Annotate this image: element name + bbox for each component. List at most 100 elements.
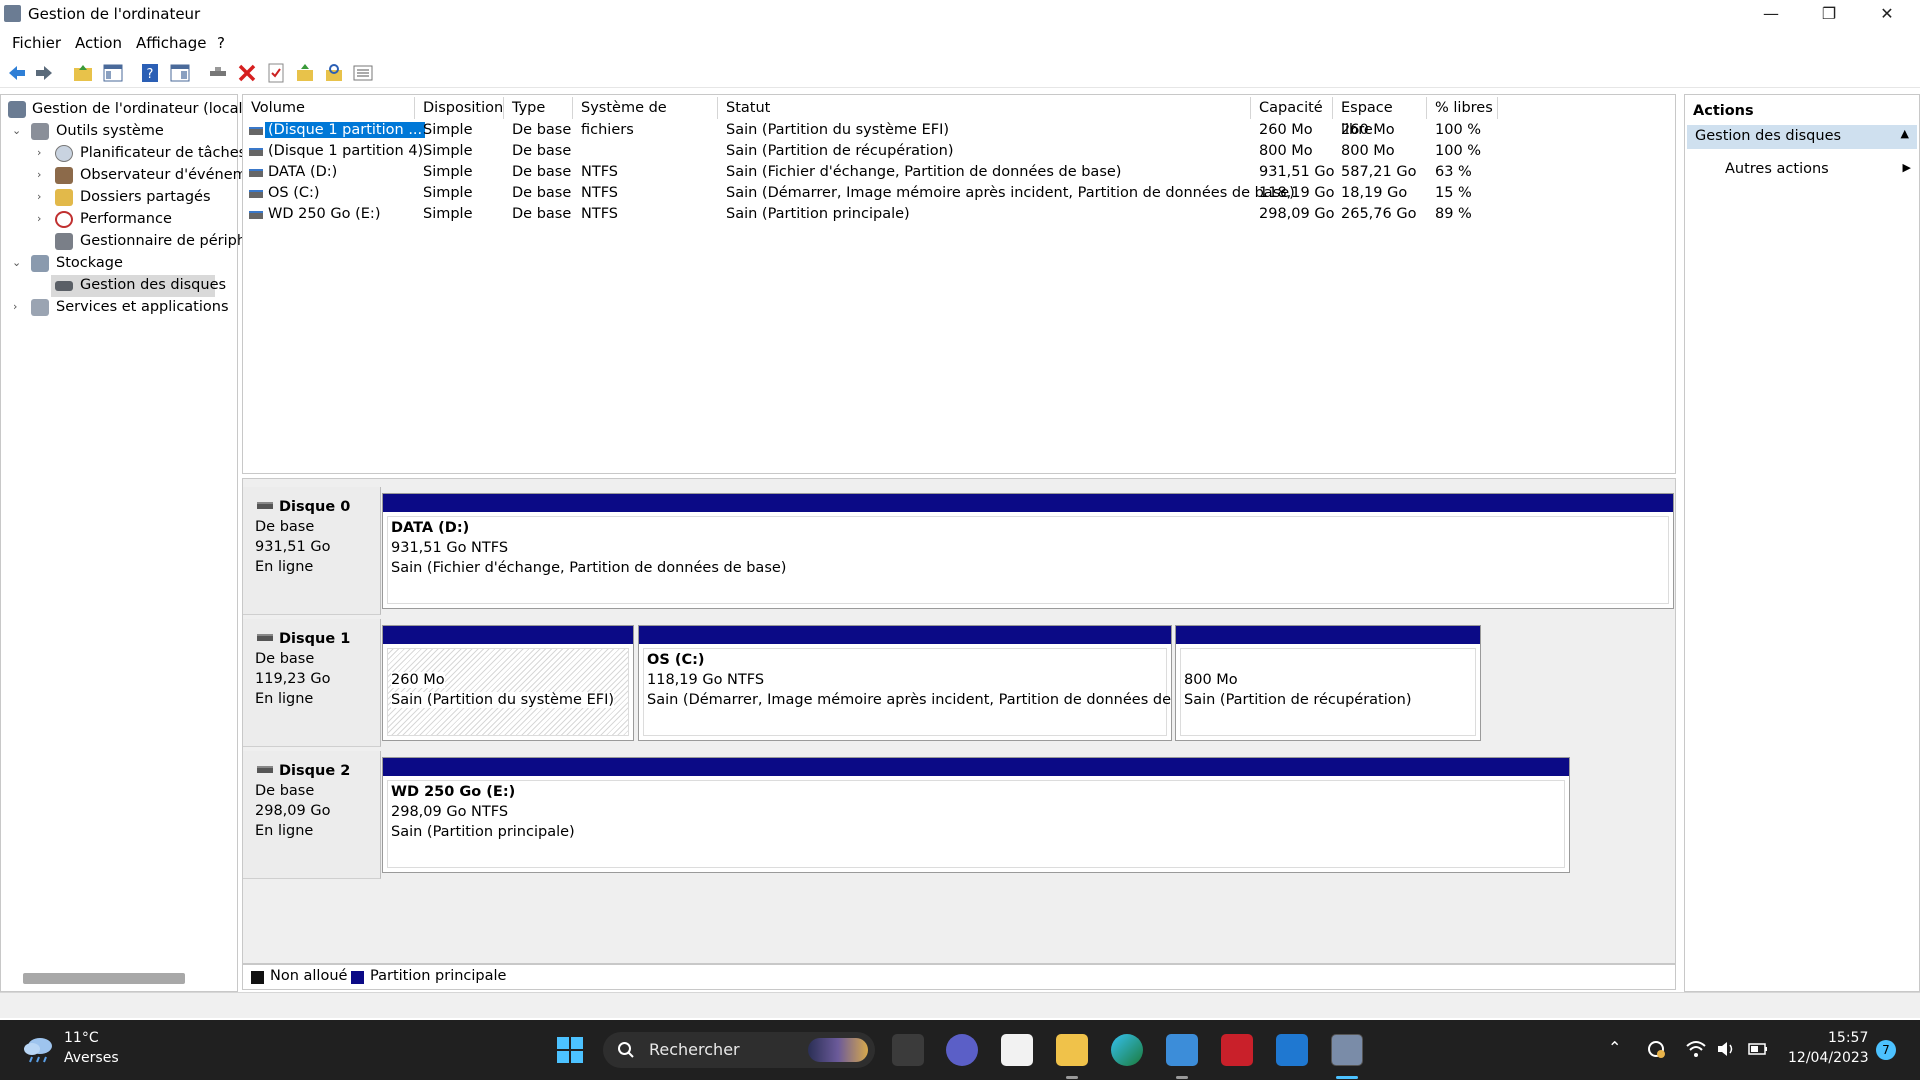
- autres-actions-link[interactable]: Autres actions: [1725, 161, 1829, 177]
- back-arrow-icon[interactable]: [6, 62, 28, 84]
- clock-icon: [55, 145, 73, 162]
- tree-item-dossiers-partages[interactable]: › Dossiers partagés: [1, 187, 237, 209]
- check-properties-icon[interactable]: [265, 62, 287, 84]
- chevron-down-icon[interactable]: ⌄: [12, 124, 21, 137]
- cell-capacite: 118,19 Go: [1259, 185, 1335, 201]
- chevron-right-icon[interactable]: ›: [13, 300, 17, 313]
- cell-disposition: Simple: [423, 206, 473, 222]
- disk-0-info[interactable]: Disque 0 De base 931,51 Go En ligne: [243, 487, 381, 615]
- column-header-statut[interactable]: Statut: [718, 97, 1251, 119]
- volume-icon: [249, 169, 263, 177]
- cell-filesystem: NTFS: [581, 206, 618, 222]
- collapse-up-icon[interactable]: ▲: [1901, 127, 1909, 140]
- disk-kind: De base: [255, 651, 315, 667]
- properties-pane-icon[interactable]: [169, 62, 191, 84]
- disk-name: Disque 0: [279, 499, 351, 515]
- table-row[interactable]: DATA (D:) Simple De base NTFS Sain (Fich…: [243, 163, 1675, 184]
- minimize-button[interactable]: —: [1742, 0, 1800, 28]
- column-header-pct-libres[interactable]: % libres: [1427, 97, 1498, 119]
- active-indicator: [1336, 1076, 1358, 1079]
- forward-arrow-icon[interactable]: [33, 62, 55, 84]
- partition-size: 118,19 Go NTFS: [647, 672, 765, 688]
- chevron-right-icon[interactable]: ›: [37, 168, 41, 181]
- restore-button[interactable]: ❐: [1800, 0, 1858, 28]
- table-row[interactable]: (Disque 1 partition 4) Simple De base Sa…: [243, 142, 1675, 163]
- control-panel-icon[interactable]: [1166, 1034, 1198, 1066]
- partition-os-c[interactable]: OS (C:) 118,19 Go NTFS Sain (Démarrer, I…: [638, 625, 1216, 741]
- console-tree-icon[interactable]: [102, 62, 124, 84]
- tree-item-outils-systeme[interactable]: ⌄ Outils système: [1, 121, 237, 143]
- help-icon[interactable]: ?: [139, 62, 161, 84]
- windows-start-icon[interactable]: [556, 1036, 584, 1064]
- volume-icon[interactable]: [1716, 1039, 1738, 1059]
- tree-item-gestionnaire-peripheriques[interactable]: Gestionnaire de périphé: [1, 231, 255, 253]
- column-header-type[interactable]: Type: [504, 97, 573, 119]
- mail-icon[interactable]: [1276, 1034, 1308, 1066]
- show-hidden-icons-chevron-icon[interactable]: ⌃: [1608, 1038, 1621, 1057]
- cell-pct-libres: 15 %: [1435, 185, 1472, 201]
- disk-1-info[interactable]: Disque 1 De base 119,23 Go En ligne: [243, 619, 381, 747]
- tree-item-observateur[interactable]: › Observateur d'événeme: [1, 165, 256, 187]
- chevron-right-icon[interactable]: ›: [37, 146, 41, 159]
- search-folder-icon[interactable]: [323, 62, 345, 84]
- tree-item-performance[interactable]: › Performance: [1, 209, 237, 231]
- partition-title: OS (C:): [647, 652, 705, 668]
- file-explorer-icon[interactable]: [1056, 1034, 1088, 1066]
- edge-browser-icon[interactable]: [1111, 1034, 1143, 1066]
- partition-wd-e[interactable]: WD 250 Go (E:) 298,09 Go NTFS Sain (Part…: [382, 757, 1570, 873]
- cell-pct-libres: 63 %: [1435, 164, 1472, 180]
- sync-icon[interactable]: [1645, 1038, 1667, 1060]
- column-header-volume[interactable]: Volume: [243, 97, 415, 119]
- weather-rain-icon[interactable]: [22, 1034, 56, 1064]
- cell-filesystem: NTFS: [581, 185, 618, 201]
- column-header-capacite[interactable]: Capacité: [1251, 97, 1333, 119]
- tree-item-gestion-disques[interactable]: Gestion des disques: [51, 275, 226, 297]
- menu-action[interactable]: Action: [75, 34, 122, 52]
- chevron-right-icon[interactable]: ›: [37, 212, 41, 225]
- tree-label: Planificateur de tâches: [80, 145, 247, 161]
- table-row[interactable]: OS (C:) Simple De base NTFS Sain (Démarr…: [243, 184, 1675, 205]
- chevron-down-icon[interactable]: ⌄: [12, 256, 21, 269]
- connect-drive-icon[interactable]: [207, 62, 229, 84]
- tree-item-stockage[interactable]: ⌄ Stockage: [1, 253, 237, 275]
- column-header-filesystem[interactable]: Système de fichiers: [573, 97, 718, 138]
- partition-recuperation[interactable]: 800 Mo Sain (Partition de récupération): [1175, 625, 1481, 741]
- clock-time[interactable]: 15:57: [1828, 1030, 1868, 1046]
- computer-management-app-icon[interactable]: [1331, 1034, 1363, 1066]
- partition-efi[interactable]: 260 Mo Sain (Partition du système EFI): [382, 625, 634, 741]
- horizontal-scrollbar[interactable]: [23, 973, 185, 984]
- column-header-espace-libre[interactable]: Espace libre: [1333, 97, 1427, 138]
- disk-icon: [257, 634, 273, 641]
- delete-icon[interactable]: [236, 62, 258, 84]
- menu-affichage[interactable]: Affichage: [136, 34, 206, 52]
- microsoft-store-icon[interactable]: [1001, 1034, 1033, 1066]
- close-button[interactable]: ✕: [1858, 0, 1916, 28]
- chevron-right-icon[interactable]: ›: [37, 190, 41, 203]
- up-folder-icon[interactable]: [72, 62, 94, 84]
- disk-2-info[interactable]: Disque 2 De base 298,09 Go En ligne: [243, 751, 381, 879]
- partition-data-d[interactable]: DATA (D:) 931,51 Go NTFS Sain (Fichier d…: [382, 493, 1674, 609]
- menu-fichier[interactable]: Fichier: [12, 34, 61, 52]
- teams-chat-icon[interactable]: [946, 1034, 978, 1066]
- column-header-disposition[interactable]: Disposition: [415, 97, 504, 119]
- search-box[interactable]: Rechercher: [603, 1032, 875, 1068]
- actions-group-gestion-disques[interactable]: Gestion des disques ▲: [1687, 125, 1917, 149]
- tree-label: Gestion des disques: [80, 277, 227, 293]
- list-view-icon[interactable]: [352, 62, 374, 84]
- svg-text:?: ?: [147, 67, 154, 82]
- battery-icon[interactable]: [1747, 1039, 1769, 1059]
- tree-item-planificateur[interactable]: › Planificateur de tâches: [1, 143, 246, 165]
- notification-badge[interactable]: 7: [1876, 1040, 1896, 1060]
- clock-date[interactable]: 12/04/2023: [1788, 1050, 1869, 1066]
- partition-title: DATA (D:): [391, 520, 470, 536]
- table-row[interactable]: WD 250 Go (E:) Simple De base NTFS Sain …: [243, 205, 1675, 226]
- export-folder-icon[interactable]: [294, 62, 316, 84]
- tree-item-services[interactable]: › Services et applications: [1, 297, 237, 319]
- gift-app-icon[interactable]: [1221, 1034, 1253, 1066]
- task-view-icon[interactable]: [892, 1034, 924, 1066]
- menu-help[interactable]: ?: [217, 34, 225, 52]
- tree-item-root[interactable]: Gestion de l'ordinateur (local): [1, 99, 248, 121]
- submenu-arrow-icon[interactable]: ▶: [1903, 161, 1911, 174]
- wifi-icon[interactable]: [1685, 1039, 1707, 1059]
- table-row[interactable]: (Disque 1 partition ... Simple De base S…: [243, 121, 1675, 142]
